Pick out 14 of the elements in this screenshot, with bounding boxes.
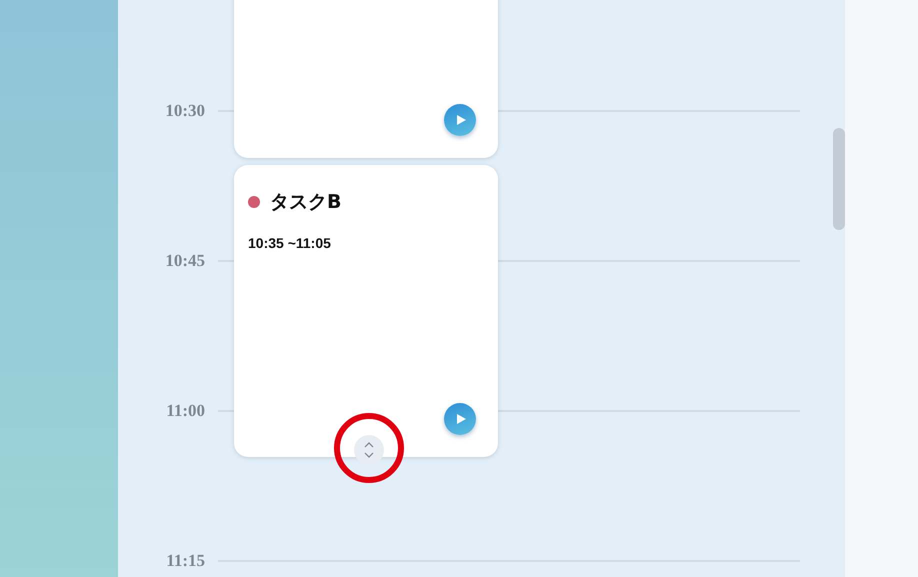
play-icon bbox=[456, 115, 466, 125]
play-icon bbox=[456, 414, 466, 424]
play-button[interactable] bbox=[444, 403, 476, 435]
task-card[interactable]: タスクB 10:35 ~11:05 bbox=[234, 165, 498, 457]
time-label: 11:00 bbox=[165, 401, 205, 421]
annotation-circle bbox=[334, 413, 404, 483]
time-label: 11:15 bbox=[165, 551, 205, 571]
time-label: 10:30 bbox=[164, 101, 205, 121]
time-label: 10:45 bbox=[164, 251, 205, 271]
chevron-up-down-icon bbox=[364, 442, 374, 458]
task-time: 10:35 ~11:05 bbox=[247, 234, 332, 251]
play-button[interactable] bbox=[444, 104, 476, 136]
task-title: タスクB bbox=[270, 190, 342, 215]
scrollbar-thumb[interactable] bbox=[833, 128, 845, 230]
